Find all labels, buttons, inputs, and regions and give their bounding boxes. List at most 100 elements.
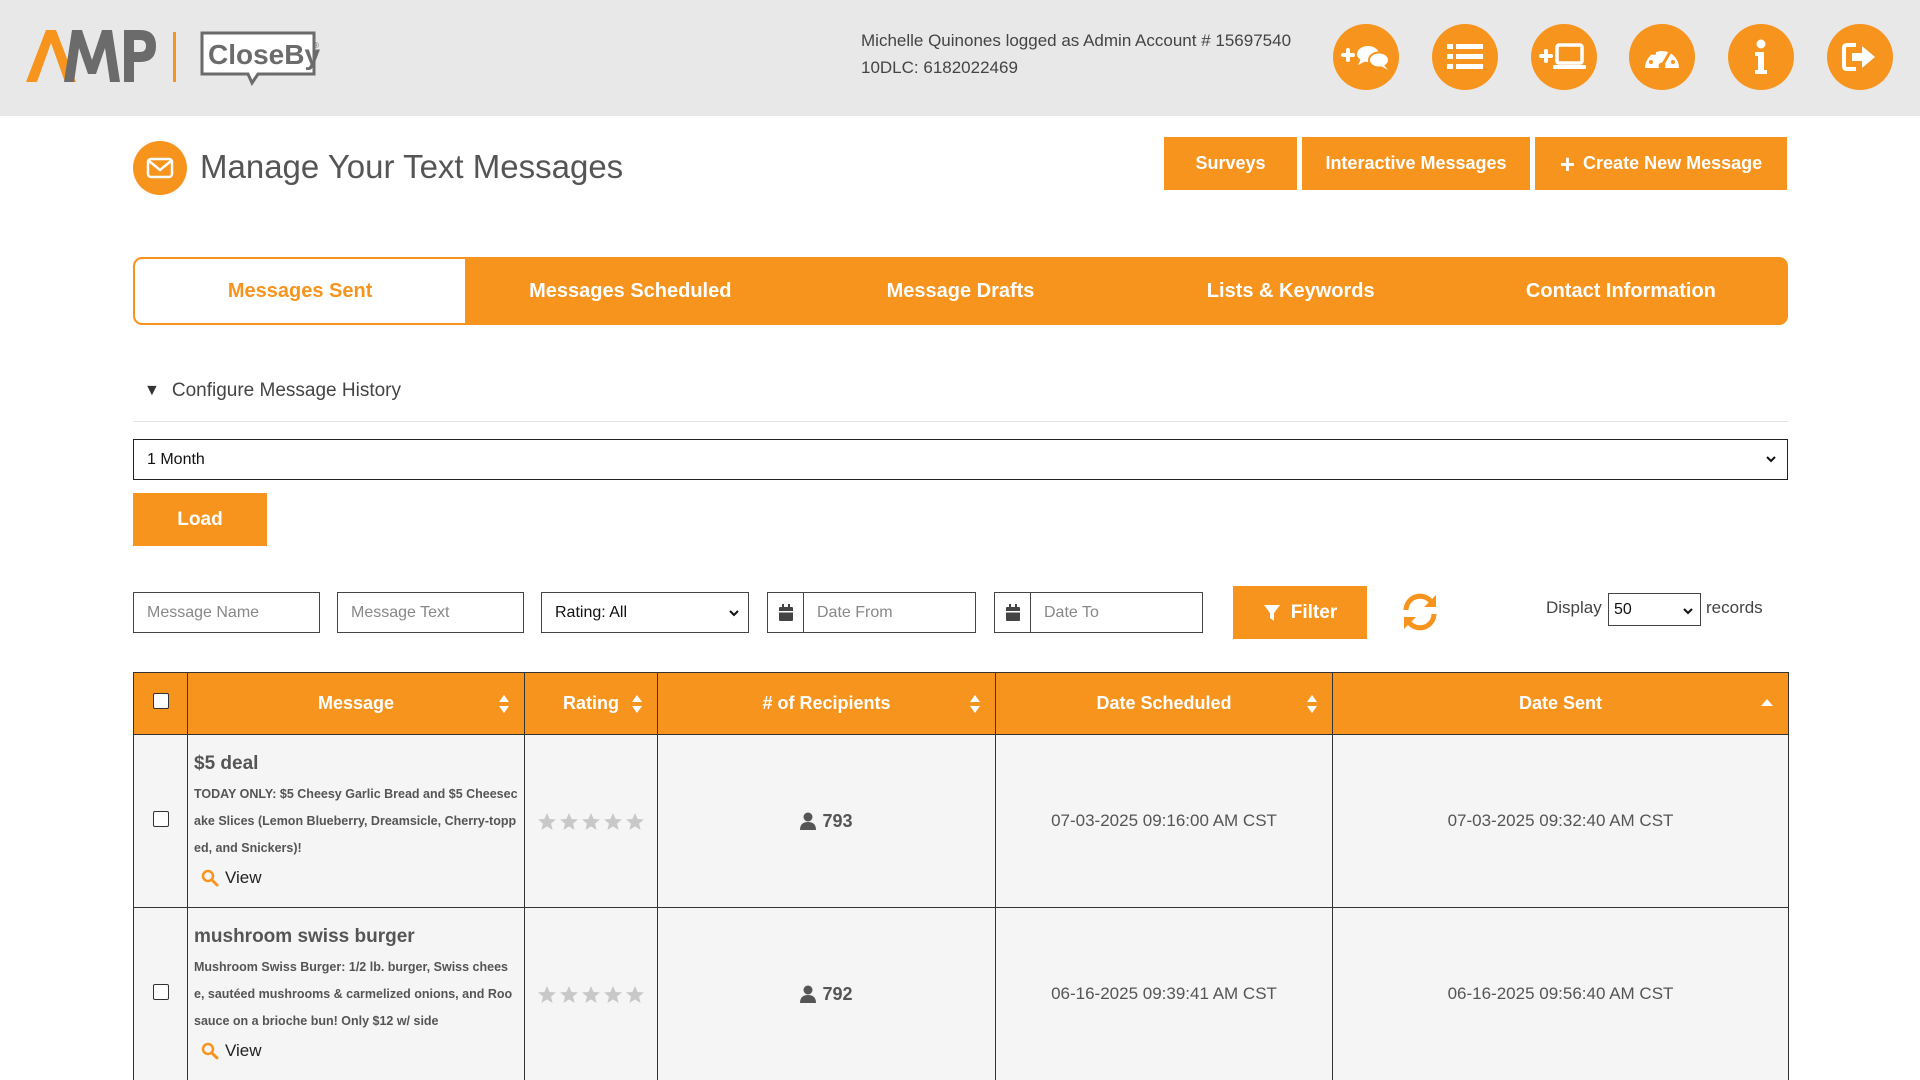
page-title: Manage Your Text Messages	[200, 148, 624, 185]
tab-message-drafts[interactable]: Message Drafts	[795, 259, 1125, 323]
recipients-cell: 792	[657, 907, 996, 1080]
surveys-button[interactable]: Surveys	[1164, 137, 1297, 190]
tab-messages-sent[interactable]: Messages Sent	[135, 259, 466, 323]
row-checkbox[interactable]	[152, 983, 169, 1000]
star-icon	[560, 812, 578, 830]
view-link[interactable]: View	[201, 868, 518, 888]
list-icon	[1447, 44, 1483, 69]
top-bar: CloseBy ® Michelle Quinones logged as Ad…	[0, 0, 1920, 116]
recipients-column-header[interactable]: # of Recipients	[657, 672, 996, 735]
date-scheduled-cell: 06-16-2025 09:39:41 AM CST	[995, 907, 1333, 1080]
date-sent-header-label: Date Sent	[1518, 693, 1603, 713]
message-tabs: Messages Sent Messages Scheduled Message…	[133, 257, 1788, 325]
amp-logo[interactable]	[26, 28, 156, 84]
select-all-checkbox[interactable]	[152, 693, 169, 709]
logout-button[interactable]	[1827, 24, 1893, 90]
row-checkbox[interactable]	[152, 810, 169, 827]
add-chat-button[interactable]	[1333, 24, 1399, 90]
row-select-cell	[133, 734, 188, 908]
interactive-messages-button[interactable]: Interactive Messages	[1302, 137, 1530, 190]
sort-ascending-icon	[1761, 699, 1773, 706]
star-icon	[604, 812, 622, 830]
message-header-label: Message	[317, 693, 395, 713]
sort-icon	[632, 695, 642, 713]
message-text-input[interactable]: Message Text	[337, 592, 524, 633]
sort-icon	[499, 695, 509, 713]
plus-chat-icon	[1341, 46, 1390, 70]
svg-text:CloseBy: CloseBy	[208, 39, 320, 70]
messages-table: Message Rating # of Recipients Date Sche…	[133, 672, 1789, 1080]
user-icon	[800, 985, 817, 1003]
interactive-messages-label: Interactive Messages	[1325, 153, 1507, 173]
filter-button[interactable]: Filter	[1233, 586, 1367, 639]
tab-contact-information[interactable]: Contact Information	[1456, 259, 1786, 323]
list-button[interactable]	[1432, 24, 1498, 90]
rating-column-header[interactable]: Rating	[524, 672, 658, 735]
records-label: records	[1706, 598, 1763, 617]
recipients-count: 793	[822, 810, 853, 831]
view-link[interactable]: View	[201, 1041, 518, 1061]
history-period-select[interactable]: 1 Month	[133, 439, 1788, 480]
date-from-input[interactable]: Date From	[803, 592, 976, 633]
display-count-value: 50	[1614, 600, 1632, 618]
message-name-input[interactable]: Message Name	[133, 592, 320, 633]
message-name: mushroom swiss burger	[194, 926, 415, 947]
view-label: View	[225, 1041, 262, 1060]
configure-history-toggle[interactable]: ▼ Configure Message History	[144, 380, 401, 402]
row-select-cell	[133, 907, 188, 1080]
select-all-header	[133, 672, 188, 735]
info-button[interactable]	[1728, 24, 1794, 90]
display-count-select[interactable]: 50	[1608, 593, 1701, 626]
plus-laptop-icon	[1539, 43, 1586, 69]
load-button[interactable]: Load	[133, 493, 267, 546]
rating-header-label: Rating	[563, 693, 619, 713]
user-info: Michelle Quinones logged as Admin Accoun…	[861, 27, 1291, 81]
recipients-header-label: # of Recipients	[762, 693, 891, 713]
calendar-icon[interactable]	[994, 592, 1031, 633]
message-column-header[interactable]: Message	[187, 672, 525, 735]
star-rating[interactable]	[525, 812, 657, 831]
message-name: $5 deal	[194, 753, 259, 774]
date-sent-column-header[interactable]: Date Sent	[1332, 672, 1789, 735]
add-screen-button[interactable]	[1531, 24, 1597, 90]
message-text: TODAY ONLY: $5 Cheesy Garlic Bread and $…	[194, 787, 518, 855]
chevron-down-icon	[1766, 456, 1776, 463]
logout-icon	[1842, 43, 1875, 71]
star-icon	[560, 985, 578, 1003]
message-cell: $5 deal TODAY ONLY: $5 Cheesy Garlic Bre…	[187, 734, 525, 908]
refresh-icon[interactable]	[1398, 590, 1442, 634]
star-icon	[538, 812, 556, 830]
calendar-icon[interactable]	[767, 592, 804, 633]
star-rating[interactable]	[525, 985, 657, 1004]
star-icon	[626, 812, 644, 830]
svg-text:®: ®	[313, 41, 319, 50]
create-new-message-button[interactable]: + Create New Message	[1535, 137, 1787, 190]
logo-divider	[173, 32, 176, 82]
star-icon	[538, 985, 556, 1003]
closeby-logo[interactable]: CloseBy ®	[198, 30, 322, 86]
dashboard-button[interactable]	[1629, 24, 1695, 90]
configure-history-label: Configure Message History	[171, 380, 401, 401]
table-row: $5 deal TODAY ONLY: $5 Cheesy Garlic Bre…	[133, 734, 1789, 908]
rating-select-value: Rating: All	[555, 603, 628, 621]
tab-lists-keywords[interactable]: Lists & Keywords	[1126, 259, 1456, 323]
chevron-down-icon	[1683, 608, 1693, 615]
date-sent-cell: 06-16-2025 09:56:40 AM CST	[1332, 907, 1789, 1080]
date-sent-cell: 07-03-2025 09:32:40 AM CST	[1332, 734, 1789, 908]
rating-select[interactable]: Rating: All	[541, 592, 749, 633]
user-account-line: Michelle Quinones logged as Admin Accoun…	[861, 31, 1292, 50]
date-to-input[interactable]: Date To	[1030, 592, 1203, 633]
date-scheduled-column-header[interactable]: Date Scheduled	[995, 672, 1333, 735]
sort-icon	[1307, 695, 1317, 713]
filter-label: Filter	[1290, 601, 1338, 623]
message-text: Mushroom Swiss Burger: 1/2 lb. burger, S…	[194, 960, 513, 1028]
date-scheduled-cell: 07-03-2025 09:16:00 AM CST	[995, 734, 1333, 908]
display-label: Display	[1546, 598, 1602, 617]
history-period-value: 1 Month	[147, 450, 205, 468]
table-header-row: Message Rating # of Recipients Date Sche…	[133, 672, 1789, 735]
tab-messages-scheduled[interactable]: Messages Scheduled	[465, 259, 795, 323]
triangle-down-icon: ▼	[144, 382, 160, 399]
search-icon	[201, 869, 219, 887]
recipients-count: 792	[822, 983, 853, 1004]
user-icon	[800, 812, 817, 830]
